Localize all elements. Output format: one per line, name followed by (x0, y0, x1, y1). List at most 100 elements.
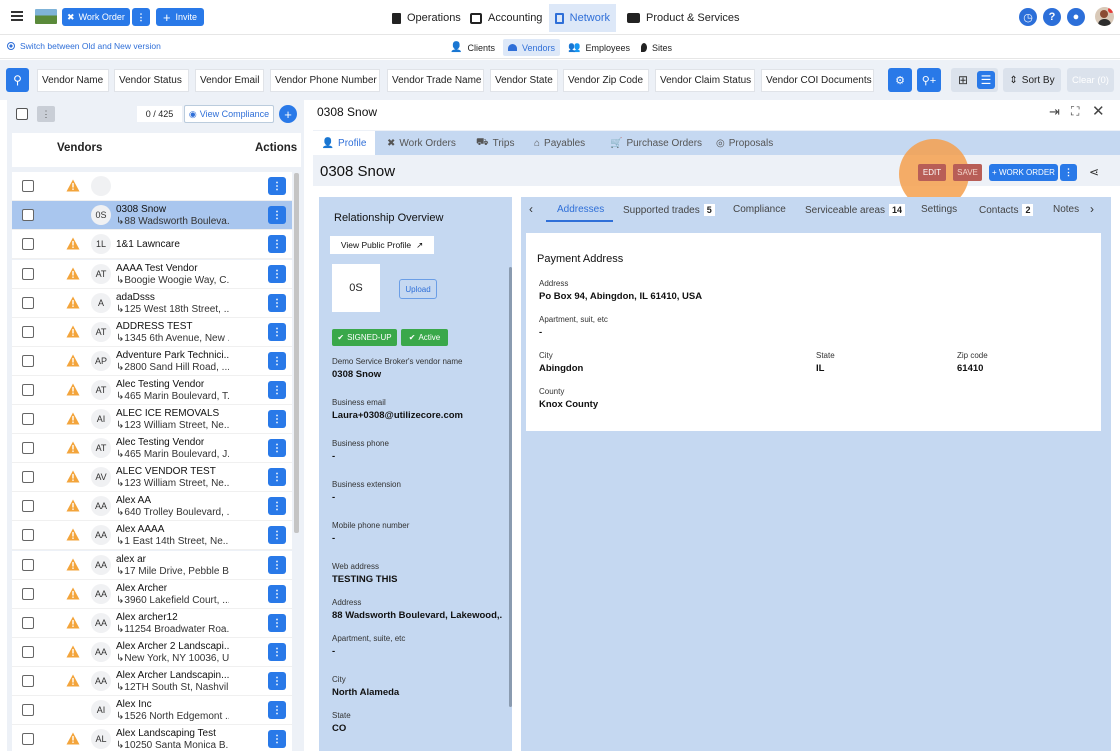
tab-profile[interactable]: 👤 Profile (313, 131, 375, 155)
user-avatar[interactable] (1095, 7, 1114, 26)
row-actions-button[interactable]: ⋮ (268, 235, 286, 253)
grid-view-icon[interactable]: ⊞ (954, 71, 972, 89)
filter-chip-vendor-email[interactable]: Vendor Email (195, 69, 264, 92)
subtab-clients[interactable]: 👤 Clients (450, 39, 495, 56)
list-item[interactable]: AA Alex Archer ↳3960 Lakefield Court, ... ⋮ (12, 580, 292, 609)
row-checkbox[interactable] (22, 180, 34, 192)
list-item[interactable]: AA Alex Archer 2 Landscapi... ↳New York, N… (12, 638, 292, 667)
row-checkbox[interactable] (22, 733, 34, 745)
filter-chip-vendor-claim[interactable]: Vendor Claim Status (655, 69, 755, 92)
add-filter-button[interactable]: ⚲+ (917, 68, 941, 92)
view-compliance-button[interactable]: ◉ View Compliance (184, 105, 274, 123)
row-actions-button[interactable]: ⋮ (268, 730, 286, 748)
row-actions-button[interactable]: ⋮ (268, 265, 286, 283)
toggle-columns-button[interactable]: ⚙ (888, 68, 912, 92)
filter-chip-vendor-coi[interactable]: Vendor COI Documents (761, 69, 874, 92)
row-checkbox[interactable] (22, 704, 34, 716)
timer-icon[interactable]: ◷ (1019, 8, 1037, 26)
tab-proposals[interactable]: ◎ Proposals (716, 131, 773, 155)
select-all-checkbox[interactable] (16, 108, 28, 120)
tabs-prev-icon[interactable]: ‹ (529, 202, 533, 216)
tabs-next-icon[interactable]: › (1090, 202, 1094, 216)
tab-work-orders[interactable]: ✖ Work Orders (387, 131, 456, 155)
collapse-panel-icon[interactable]: ⇥ (1049, 104, 1060, 120)
switch-version-link[interactable]: Switch between Old and New version (20, 41, 161, 51)
clear-filters-button[interactable]: Clear (0) (1067, 68, 1114, 92)
list-item[interactable]: AV ALEC VENDOR TEST ↳123 William Street, N… (12, 463, 292, 492)
more-actions-button[interactable]: ⋮ (1060, 164, 1077, 181)
list-item[interactable]: AadaDsss ↳125 West 18th Street, ... ⋮ (12, 289, 292, 318)
row-checkbox[interactable] (22, 646, 34, 658)
relationship-scrollbar[interactable] (509, 267, 512, 707)
row-checkbox[interactable] (22, 209, 34, 221)
work-order-button[interactable]: ✖ Work Order (62, 8, 130, 26)
row-checkbox[interactable] (22, 355, 34, 367)
row-actions-button[interactable]: ⋮ (268, 294, 286, 312)
detail-tab-compliance[interactable]: Compliance (733, 204, 786, 215)
list-item[interactable]: AT Alec Testing Vendor ↳465 Marin Boulevar… (12, 434, 292, 463)
work-order-menu-button[interactable]: ⋮ (132, 8, 150, 26)
row-actions-button[interactable]: ⋮ (268, 468, 286, 486)
row-actions-button[interactable]: ⋮ (268, 352, 286, 370)
filter-toggle-button[interactable]: ⚲ (6, 68, 29, 92)
nav-tab-products-services[interactable]: Product & Services (627, 4, 740, 32)
detail-tab-addresses[interactable]: Addresses (557, 204, 604, 215)
tab-payables[interactable]: ⌂ Payables (534, 131, 585, 155)
row-checkbox[interactable] (22, 326, 34, 338)
subtab-sites[interactable]: Sites (641, 39, 672, 56)
save-button[interactable]: SAVE (953, 164, 982, 181)
sort-by-button[interactable]: ⇕ Sort By (1003, 68, 1061, 92)
row-actions-button[interactable]: ⋮ (268, 410, 286, 428)
filter-chip-vendor-status[interactable]: Vendor Status (114, 69, 189, 92)
tab-purchase-orders[interactable]: 🛒 Purchase Orders (610, 131, 702, 155)
help-icon[interactable]: ? (1043, 8, 1061, 26)
row-checkbox[interactable] (22, 559, 34, 571)
row-actions-button[interactable]: ⋮ (268, 381, 286, 399)
list-item[interactable]: AT Alec Testing Vendor ↳465 Marin Boulevar… (12, 376, 292, 405)
list-item[interactable]: AP Adventure Park Technici... ↳2800 Sand H… (12, 347, 292, 376)
share-icon[interactable]: ⋖ (1089, 165, 1099, 179)
row-actions-button[interactable]: ⋮ (268, 614, 286, 632)
row-checkbox[interactable] (22, 442, 34, 454)
row-checkbox[interactable] (22, 675, 34, 687)
nav-tab-operations[interactable]: Operations (392, 4, 461, 32)
row-actions-button[interactable]: ⋮ (268, 672, 286, 690)
list-item[interactable]: AA Alex Archer Landscapin... ↳12TH South S… (12, 667, 292, 696)
row-checkbox[interactable] (22, 297, 34, 309)
row-actions-button[interactable]: ⋮ (268, 439, 286, 457)
subtab-vendors[interactable]: Vendors (503, 39, 561, 56)
chat-icon[interactable]: ● (1067, 8, 1085, 26)
row-actions-button[interactable]: ⋮ (268, 323, 286, 341)
list-item[interactable]: 1L 1&1 Lawncare ⋮ (12, 230, 292, 259)
scrollbar[interactable] (294, 173, 299, 533)
row-checkbox[interactable] (22, 238, 34, 250)
list-item[interactable]: AI ALEC ICE REMOVALS ↳123 William Street, … (12, 405, 292, 434)
detail-tab-contacts[interactable]: Contacts 2 (979, 204, 1034, 216)
row-actions-button[interactable]: ⋮ (268, 206, 286, 224)
add-vendor-button[interactable]: + (279, 105, 297, 123)
filter-chip-vendor-trade[interactable]: Vendor Trade Name (387, 69, 484, 92)
radio-icon[interactable] (7, 42, 15, 50)
row-checkbox[interactable] (22, 384, 34, 396)
row-checkbox[interactable] (22, 500, 34, 512)
bulk-actions-button[interactable]: ⋮ (37, 106, 55, 122)
row-actions-button[interactable]: ⋮ (268, 526, 286, 544)
list-item[interactable]: AA alex ar ↳17 Mile Drive, Pebble B... ⋮ (12, 551, 292, 580)
detail-tab-serviceable-areas[interactable]: Serviceable areas 14 (805, 204, 906, 216)
detail-tab-settings[interactable]: Settings (921, 204, 957, 215)
list-item[interactable]: 0S 0308 Snow ↳88 Wadsworth Bouleva... ⋮ (12, 201, 292, 230)
add-work-order-button[interactable]: + WORK ORDER (989, 164, 1058, 181)
view-public-profile-button[interactable]: View Public Profile ↗ (330, 236, 434, 254)
upload-logo-button[interactable]: Upload (399, 279, 437, 299)
list-item[interactable]: AT ADDRESS TEST ↳1345 6th Avenue, New ... ⋮ (12, 318, 292, 347)
detail-tab-notes[interactable]: Notes (1053, 204, 1079, 215)
edit-button[interactable]: EDIT (918, 164, 946, 181)
list-item[interactable]: AI Alex Inc ↳1526 North Edgemont ... ⋮ (12, 696, 292, 725)
list-item[interactable]: AA Alex AAAA ↳1 East 14th Street, Ne... ⋮ (12, 521, 292, 550)
row-checkbox[interactable] (22, 268, 34, 280)
list-item[interactable]: AA Alex AA ↳640 Trolley Boulevard, ... ⋮ (12, 492, 292, 521)
row-checkbox[interactable] (22, 529, 34, 541)
row-actions-button[interactable]: ⋮ (268, 497, 286, 515)
row-actions-button[interactable]: ⋮ (268, 701, 286, 719)
row-actions-button[interactable]: ⋮ (268, 177, 286, 195)
